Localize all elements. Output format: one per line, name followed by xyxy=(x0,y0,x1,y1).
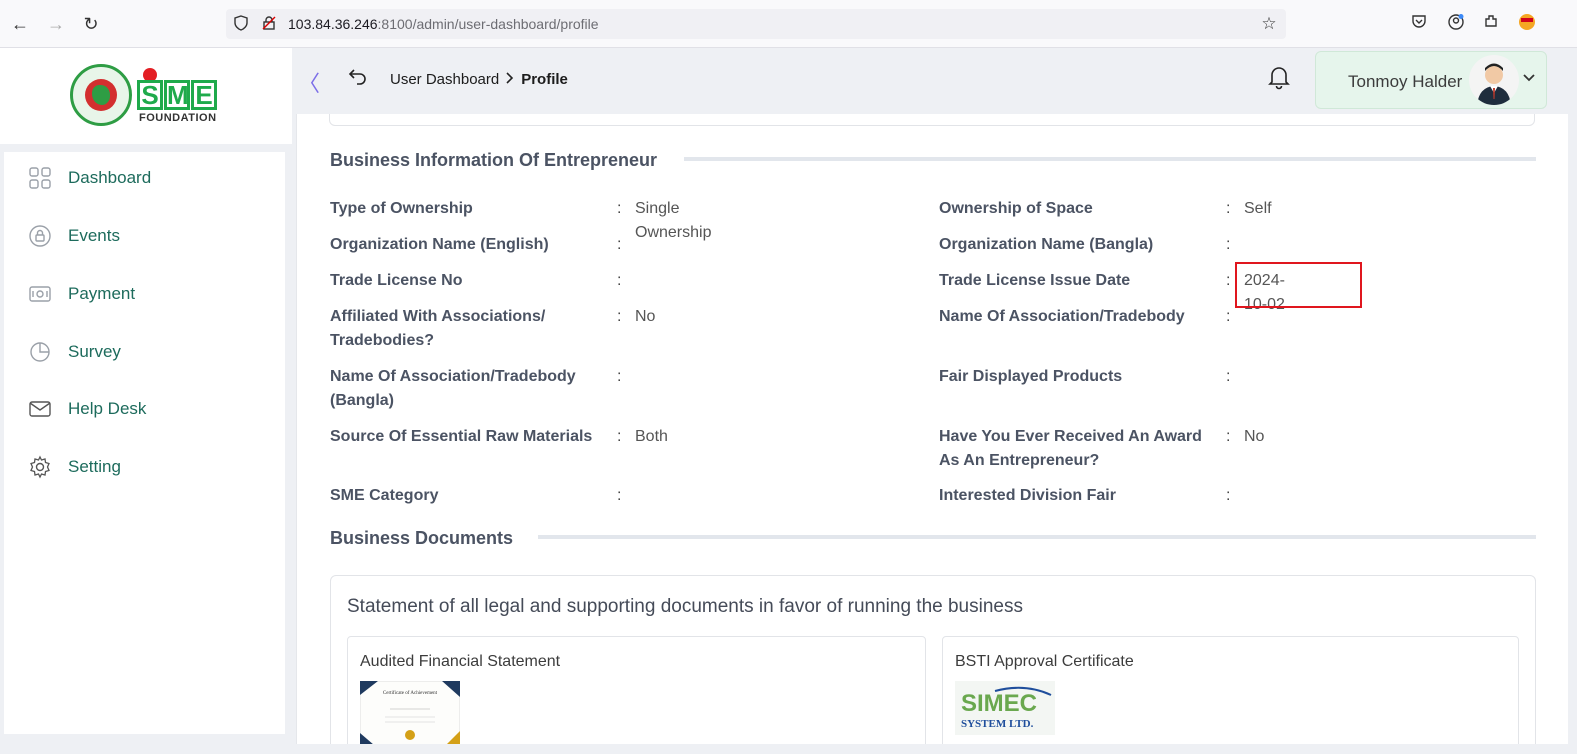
field-label: Type of Ownership xyxy=(330,200,473,217)
sidebar-item-survey[interactable]: Survey xyxy=(26,337,266,367)
field-label: Ownership of Space xyxy=(939,200,1093,217)
previous-card-edge xyxy=(329,114,1535,126)
user-name: Tonmoy Halder xyxy=(1348,72,1463,91)
colon-separator: : xyxy=(617,308,622,325)
colon-separator: : xyxy=(617,487,622,504)
field-label: Interested Division Fair xyxy=(939,487,1116,504)
notification-bell-icon[interactable] xyxy=(1266,64,1292,90)
profile-content: Business Information Of Entrepreneur Typ… xyxy=(296,114,1568,744)
extensions-icon[interactable] xyxy=(1480,13,1502,35)
field-value: Both xyxy=(635,428,668,445)
insecure-lock-icon[interactable] xyxy=(260,15,278,33)
sidebar-item-label: Events xyxy=(68,226,120,245)
cash-icon xyxy=(26,280,54,308)
account-icon[interactable] xyxy=(1445,13,1467,35)
documents-card: Statement of all legal and supporting do… xyxy=(330,575,1536,744)
field-value: No xyxy=(1244,428,1265,445)
colon-separator: : xyxy=(1226,200,1231,217)
sidebar-item-label: Dashboard xyxy=(68,168,152,187)
colon-separator: : xyxy=(617,200,622,217)
browser-toolbar: ← → ↻ 103.84.36.246:8100/admin/user-dash… xyxy=(0,0,1577,48)
certificate-thumbnail[interactable]: Certificate of Achievement xyxy=(359,680,461,744)
pie-chart-icon xyxy=(26,338,54,366)
profile-extension-icon[interactable] xyxy=(1516,13,1538,35)
logo-area: S M E FOUNDATION xyxy=(0,48,292,144)
sidebar-item-setting[interactable]: Setting xyxy=(26,452,266,482)
pocket-icon[interactable] xyxy=(1408,13,1430,35)
undo-back-icon[interactable] xyxy=(348,66,368,92)
documents-statement: Statement of all legal and supporting do… xyxy=(347,596,1023,617)
sidebar-item-help-desk[interactable]: Help Desk xyxy=(26,394,266,424)
sidebar-item-label: Survey xyxy=(68,342,121,361)
lock-circle-icon xyxy=(26,222,54,250)
sidebar-item-label: Help Desk xyxy=(68,399,147,418)
colon-separator: : xyxy=(1226,487,1231,504)
field-label: Name Of Association/Tradebody xyxy=(939,308,1185,325)
sidebar-item-label: Payment xyxy=(68,284,136,303)
section-divider xyxy=(684,157,1536,161)
sidebar-item-dashboard[interactable]: Dashboard xyxy=(26,163,266,193)
back-arrow-icon[interactable]: ← xyxy=(8,12,32,36)
svg-text:Certificate of Achievement: Certificate of Achievement xyxy=(383,691,438,696)
business-documents-title: Business Documents xyxy=(330,528,514,548)
field-value: Single Ownership xyxy=(635,200,712,241)
sidebar-item-payment[interactable]: Payment xyxy=(26,279,266,309)
colon-separator: : xyxy=(617,428,622,445)
field-label: Organization Name (Bangla) xyxy=(939,236,1154,253)
field-label: Organization Name (English) xyxy=(330,236,549,253)
field-label: Affiliated With Associations/Tradebodies… xyxy=(330,308,546,349)
simec-logo-thumbnail[interactable]: SIMEC SYSTEM LTD. xyxy=(955,681,1055,744)
address-bar[interactable]: 103.84.36.246:8100/admin/user-dashboard/… xyxy=(226,9,1286,39)
sidebar-item-events[interactable]: Events xyxy=(26,221,266,251)
grid-icon xyxy=(26,164,54,192)
sme-foundation-logo[interactable]: S M E FOUNDATION xyxy=(137,66,221,124)
colon-separator: : xyxy=(1226,308,1231,325)
field-label: Name Of Association/Tradebody (Bangla) xyxy=(330,368,576,409)
field-label: Have You Ever Received An Award As An Ent… xyxy=(939,428,1202,469)
colon-separator: : xyxy=(1226,236,1231,253)
colon-separator: : xyxy=(1226,272,1231,289)
sidebar: Dashboard Events Payment Survey Help Des… xyxy=(4,152,285,734)
bookmark-star-icon[interactable]: ☆ xyxy=(1260,15,1278,33)
collapse-sidebar-icon[interactable]: 〈 xyxy=(298,66,320,98)
colon-separator: : xyxy=(617,272,622,289)
document-bsti-approval-certificate[interactable]: BSTI Approval Certificate SIMEC SYSTEM L… xyxy=(942,636,1519,744)
url-text: 103.84.36.246:8100/admin/user-dashboard/… xyxy=(288,16,599,32)
forward-arrow-icon[interactable]: → xyxy=(44,12,68,36)
section-divider xyxy=(538,535,1536,539)
field-label: SME Category xyxy=(330,487,439,504)
field-label: Trade License Issue Date xyxy=(939,272,1131,289)
sidebar-item-label: Setting xyxy=(68,457,121,476)
field-label: Source Of Essential Raw Materials xyxy=(330,428,593,445)
colon-separator: : xyxy=(617,236,622,253)
svg-text:SYSTEM LTD.: SYSTEM LTD. xyxy=(961,718,1034,730)
document-audited-financial-statement[interactable]: Audited Financial Statement Certificate … xyxy=(347,636,926,744)
user-menu[interactable]: Tonmoy Halder xyxy=(1315,51,1547,109)
chevron-right-icon xyxy=(505,71,515,88)
breadcrumb-user-dashboard[interactable]: User Dashboard xyxy=(390,71,499,88)
avatar xyxy=(1469,55,1519,105)
field-value: Self xyxy=(1244,200,1272,217)
field-label: Trade License No xyxy=(330,272,463,289)
government-emblem-logo xyxy=(70,64,132,126)
field-value: No xyxy=(635,308,656,325)
breadcrumb-profile: Profile xyxy=(521,71,568,88)
field-label: Fair Displayed Products xyxy=(939,368,1123,385)
business-info-title: Business Information Of Entrepreneur xyxy=(330,150,658,170)
envelope-icon xyxy=(26,395,54,423)
document-title: Audited Financial Statement xyxy=(360,653,561,670)
document-title: BSTI Approval Certificate xyxy=(955,653,1134,670)
colon-separator: : xyxy=(617,368,622,385)
gear-icon xyxy=(26,453,54,481)
reload-icon[interactable]: ↻ xyxy=(79,12,103,36)
svg-text:SIMEC: SIMEC xyxy=(961,690,1037,717)
highlight-annotation xyxy=(1235,262,1362,308)
colon-separator: : xyxy=(1226,428,1231,445)
colon-separator: : xyxy=(1226,368,1231,385)
shield-icon[interactable] xyxy=(232,15,250,33)
breadcrumb: User Dashboard Profile xyxy=(390,71,568,88)
chevron-down-icon xyxy=(1523,70,1535,86)
